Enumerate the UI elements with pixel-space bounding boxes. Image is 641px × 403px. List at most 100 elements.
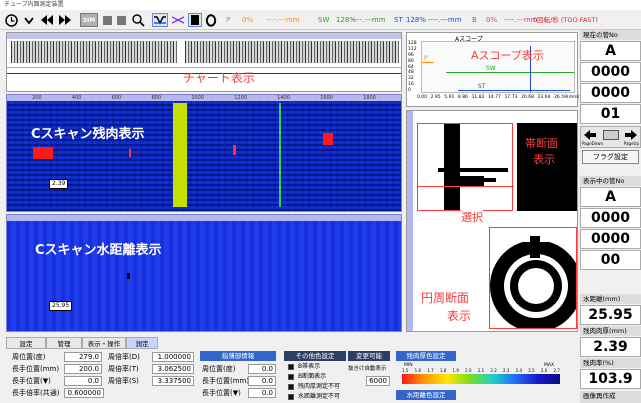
long-pos-marker-input[interactable]: 0.0 <box>64 376 102 386</box>
circ-pos-input[interactable]: 279.0 <box>64 352 102 362</box>
thin-long-input[interactable]: 0.0 <box>248 376 276 386</box>
page-prev-icon[interactable] <box>583 129 597 141</box>
ascope-x-axis: 0.00 2.95 5.91 8.86 11.82 14.77 17.73 20.68 23.6… <box>417 95 567 100</box>
st-mm: ----.---mm <box>428 16 462 24</box>
tab-display[interactable]: 表示・操作 <box>82 337 126 349</box>
defect-marker-4[interactable] <box>129 149 131 157</box>
legend-ticks: 1.5 1.6 1.7 1.8 1.9 2.0 2.1 2.2 2.3 2.4 2.5 2.6 2.7 <box>402 368 560 373</box>
ascope-y-axis: 128 112 96 80 64 48 32 16 0 <box>408 41 417 93</box>
thickness-title: 残肉肉厚(mm) <box>580 326 641 336</box>
defect-marker-3[interactable] <box>233 145 236 155</box>
thin-info-header: 指薄部情報 <box>200 351 276 361</box>
toolbar: SIM P 0% ----.---mm SW 128% ----.---mm S… <box>0 10 641 30</box>
circ-section-view[interactable] <box>489 227 577 329</box>
cscan-thickness-label: Cスキャン残肉表示 <box>31 127 145 142</box>
water-dist-title: 水距離(mm) <box>580 294 641 304</box>
long-pos-input[interactable]: 200.0 <box>64 364 102 374</box>
thin-long-label: 長手位置(mm) <box>202 377 250 385</box>
pagedown-label: PageDown <box>582 141 604 146</box>
st-percent: 128% <box>406 16 427 24</box>
ascope-p-marker: P <box>424 55 428 62</box>
st-marker-line <box>458 90 570 91</box>
ascope-label: Aスコープ表示 <box>471 49 544 62</box>
auto-display-input[interactable]: 6000 <box>366 376 390 386</box>
thickness-color-bar[interactable] <box>402 374 560 384</box>
defect-marker-2[interactable] <box>323 133 333 145</box>
sw-label: SW <box>318 16 330 24</box>
tab-measure[interactable]: 測定 <box>126 337 158 349</box>
display-tube-prefix: A <box>580 187 641 207</box>
b-band-check[interactable] <box>288 364 294 370</box>
clock-icon[interactable] <box>4 13 18 27</box>
water-dist-value: 25.95 <box>580 305 641 325</box>
ascope-st-marker: ST <box>478 83 486 90</box>
tab-settings[interactable]: 設定 <box>6 337 46 349</box>
circ-scale-t-input[interactable]: 3.062500 <box>152 364 194 374</box>
b-section-label: B断面表示 <box>298 373 327 380</box>
thickness-pct-value: 103.9 <box>580 369 641 389</box>
thin-long-marker-input[interactable]: 0.0 <box>248 388 276 398</box>
thickness-value: 2.39 <box>580 337 641 357</box>
cross-wave-icon[interactable] <box>170 13 186 27</box>
pageup-label: PageUp <box>623 141 639 146</box>
current-tube-row: 0000 <box>580 62 641 82</box>
ring-icon[interactable] <box>204 13 218 27</box>
auto-display-label: 抜きけ自動表示 <box>348 366 387 372</box>
stop-icon[interactable] <box>102 13 112 27</box>
flag-settings-button[interactable]: フラグ設定 <box>582 150 639 164</box>
chart-panel[interactable]: チャート表示 <box>6 32 402 92</box>
cscan-thickness-panel[interactable]: 200 400 600 800 1000 1200 1400 1600 1800 Cスキャン残肉… <box>6 94 402 212</box>
cscan-distance-panel[interactable]: Cスキャン水距離表示 25.95 <box>6 214 402 332</box>
defect-marker-1[interactable] <box>33 147 53 159</box>
st-label: ST <box>394 16 403 24</box>
rewind-icon[interactable] <box>40 13 54 27</box>
current-tube-prefix: A <box>580 41 641 61</box>
thin-circ-label: 周位置(度) <box>202 365 236 373</box>
band-section-view[interactable] <box>417 123 514 211</box>
sw-mm: ----.---mm <box>352 16 386 24</box>
ascope-panel[interactable]: Aスコープ P SW ST 128 112 96 80 64 48 32 16 0 0.00 2.… <box>406 32 580 107</box>
thickness-na-label: 残肉厚測定不可 <box>298 383 341 390</box>
ascope-x-unit: (mm) <box>567 95 580 100</box>
ascope-sw-marker: SW <box>486 65 496 72</box>
circ-scale-d-input[interactable]: 1.000000 <box>152 352 194 362</box>
cscan-thickness-value: 2.39 <box>49 179 69 189</box>
circ-scale-s-input[interactable]: 3.337500 <box>152 376 194 386</box>
thickness-pct-title: 残肉率(%) <box>580 358 641 368</box>
circ-section-ring <box>490 228 576 328</box>
cscan-distance-map <box>7 221 401 331</box>
chart-ruler <box>7 33 401 39</box>
display-tube-col: 0000 <box>580 229 641 249</box>
section-icon[interactable] <box>188 13 202 27</box>
thickness-na-check[interactable] <box>288 384 294 390</box>
thin-circ-input[interactable]: 0.0 <box>248 364 276 374</box>
circ-scale-d-label: 周倍率(D) <box>108 353 140 361</box>
long-scale-input[interactable]: 0.600000 <box>64 388 104 398</box>
chevron-down-icon[interactable] <box>22 13 36 27</box>
circ-scale-s-label: 周倍率(S) <box>108 377 139 385</box>
water-na-label: 水距離測定不可 <box>298 393 341 400</box>
fast-forward-icon[interactable] <box>58 13 72 27</box>
water-na-check[interactable] <box>288 394 294 400</box>
long-scale-label: 長手倍率(共通) <box>12 389 60 397</box>
wave-toggle-icon[interactable] <box>152 13 168 27</box>
p-marker-line <box>422 62 434 63</box>
circ-label-1: 円周断面 <box>421 291 470 305</box>
circ-pos-label: 周位置(度) <box>12 353 46 361</box>
b-band-label: B帯表示 <box>298 363 321 370</box>
p-percent: 0% <box>242 16 254 24</box>
page-next-icon[interactable] <box>624 129 638 141</box>
section-panel[interactable]: 帯断面 表示 選択 円周断面 表示 <box>406 110 578 332</box>
display-tube-sub: 00 <box>580 250 641 270</box>
cscan-thickness-map <box>7 101 401 211</box>
water-color-header: 水距離色設定 <box>396 390 456 400</box>
keyboard-icon[interactable] <box>603 130 619 140</box>
tab-management[interactable]: 管理 <box>46 337 82 349</box>
sim-button[interactable]: SIM <box>80 13 98 27</box>
image-remake-title[interactable]: 画像再作成 <box>580 391 641 403</box>
chart-gap <box>177 41 185 63</box>
pause-icon[interactable] <box>116 13 126 27</box>
b-section-check[interactable] <box>288 374 294 380</box>
zoom-icon[interactable] <box>131 13 145 27</box>
circ-label-2: 表示 <box>447 309 472 323</box>
